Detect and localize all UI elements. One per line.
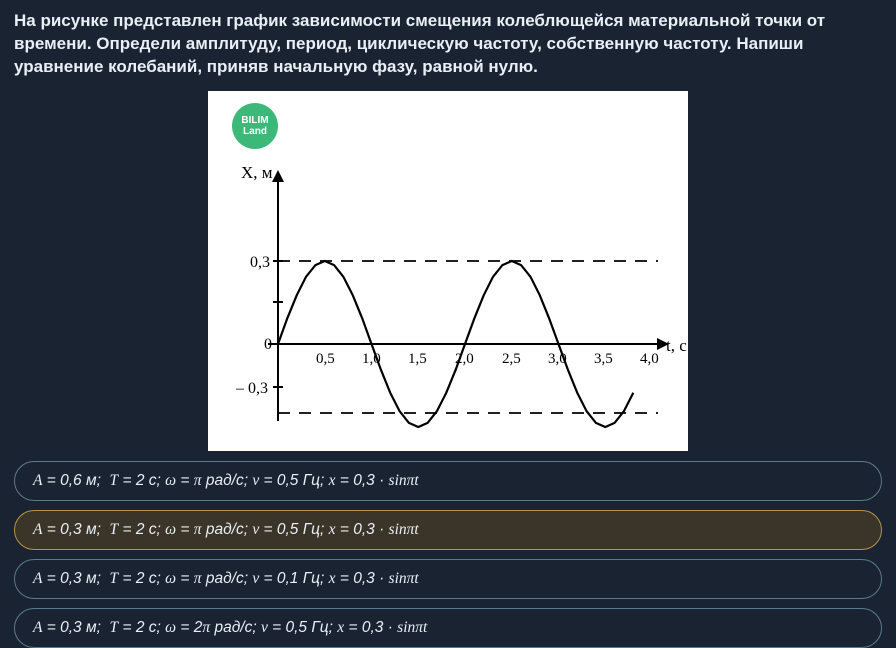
y-tick-zero: 0 xyxy=(264,336,272,353)
answer-option-1[interactable]: A = 0,3 м; T = 2 с; ω = π рад/с; ν = 0,5… xyxy=(14,510,882,550)
question-text: На рисунке представлен график зависимост… xyxy=(10,10,886,79)
bilim-badge: BILIM Land xyxy=(232,103,278,149)
badge-line1: BILIM xyxy=(241,115,268,126)
x-tick: 2,5 xyxy=(502,351,521,367)
x-tick: 3,5 xyxy=(594,351,613,367)
chart-container: BILIM Land X, м t, с 0,3 0 – 0,3 0,5 xyxy=(208,91,688,451)
y-tick-neg: – 0,3 xyxy=(235,380,268,397)
chart-svg: X, м t, с 0,3 0 – 0,3 0,5 1,0 1,5 2,0 2,… xyxy=(208,91,688,451)
x-tick: 0,5 xyxy=(316,351,335,367)
x-ticks-group: 0,5 1,0 1,5 2,0 2,5 3,0 3,5 4,0 xyxy=(316,351,659,367)
x-tick: 4,0 xyxy=(640,351,659,367)
y-tick-pos: 0,3 xyxy=(250,254,270,271)
x-axis-label: t, с xyxy=(666,336,687,355)
answers-list: A = 0,6 м; T = 2 с; ω = π рад/с; ν = 0,5… xyxy=(10,461,886,648)
answer-option-2[interactable]: A = 0,3 м; T = 2 с; ω = π рад/с; ν = 0,1… xyxy=(14,559,882,599)
answer-option-3[interactable]: A = 0,3 м; T = 2 с; ω = 2π рад/с; ν = 0,… xyxy=(14,608,882,648)
x-tick: 1,5 xyxy=(408,351,427,367)
answer-option-0[interactable]: A = 0,6 м; T = 2 с; ω = π рад/с; ν = 0,5… xyxy=(14,461,882,501)
y-axis-label: X, м xyxy=(241,163,273,182)
badge-line2: Land xyxy=(243,126,267,137)
